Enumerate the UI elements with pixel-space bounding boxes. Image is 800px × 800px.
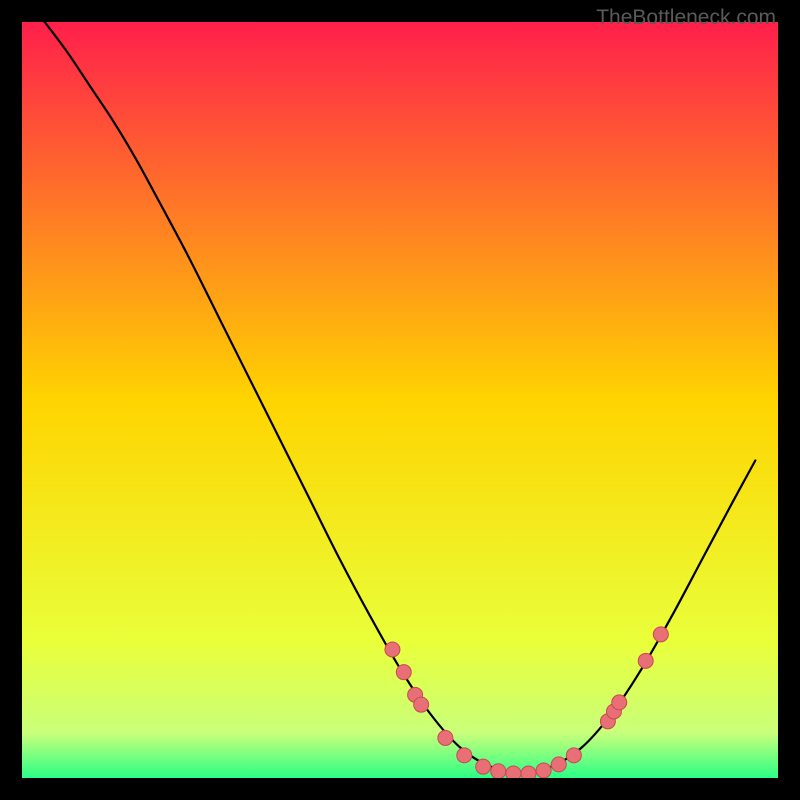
- data-marker: [476, 759, 491, 774]
- data-marker: [457, 748, 472, 763]
- chart-background: [22, 22, 778, 778]
- data-marker: [566, 748, 581, 763]
- watermark-text: TheBottleneck.com: [596, 6, 776, 30]
- data-marker: [396, 665, 411, 680]
- chart-canvas: [22, 22, 778, 778]
- data-marker: [612, 695, 627, 710]
- data-marker: [414, 697, 429, 712]
- data-marker: [385, 642, 400, 657]
- data-marker: [638, 653, 653, 668]
- data-marker: [438, 730, 453, 745]
- data-marker: [491, 764, 506, 778]
- data-marker: [521, 766, 536, 778]
- data-marker: [506, 766, 521, 778]
- data-marker: [653, 627, 668, 642]
- data-marker: [536, 763, 551, 778]
- data-marker: [551, 757, 566, 772]
